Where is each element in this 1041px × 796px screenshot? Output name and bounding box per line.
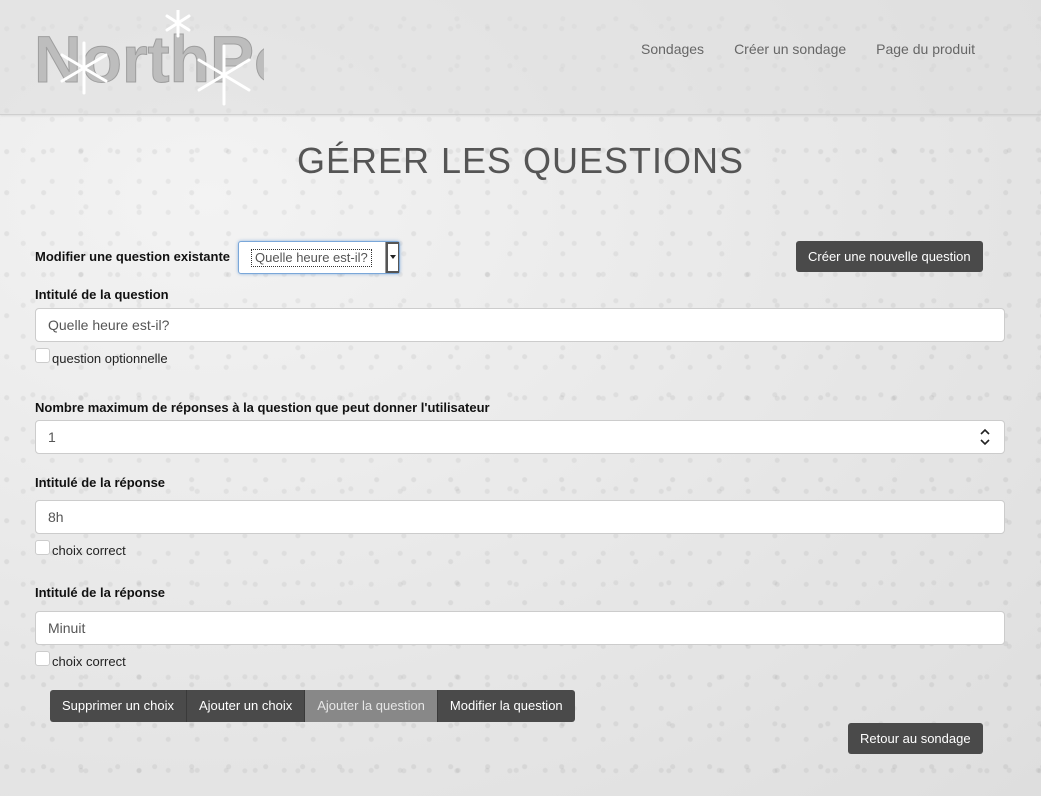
spinner-arrows-icon[interactable]: [980, 428, 990, 446]
answer-input-1[interactable]: [35, 500, 1005, 534]
optional-question-row: question optionnelle: [35, 348, 168, 366]
answer-correct-label-1: choix correct: [52, 543, 126, 558]
logo-graphic: NorthPoll: [34, 8, 331, 106]
answer-correct-row-2: choix correct: [35, 651, 126, 669]
add-choice-button[interactable]: Ajouter un choix: [187, 690, 306, 722]
answer-correct-checkbox-2[interactable]: [35, 651, 50, 666]
answer-correct-row-1: choix correct: [35, 540, 126, 558]
question-label: Intitulé de la question: [35, 287, 169, 302]
page-title: GÉRER LES QUESTIONS: [296, 140, 745, 181]
nav-link-sondages[interactable]: Sondages: [641, 41, 704, 57]
question-actions: Supprimer un choix Ajouter un choix Ajou…: [50, 690, 575, 722]
answer-label-2: Intitulé de la réponse: [35, 585, 166, 600]
nav-link-creer-sondage[interactable]: Créer un sondage: [734, 41, 846, 57]
max-answers-value: 1: [48, 429, 56, 445]
existing-question-select-value: Quelle heure est-il?: [251, 249, 372, 267]
main-nav: Sondages Créer un sondage Page du produi…: [641, 41, 975, 57]
optional-question-checkbox[interactable]: [35, 348, 50, 363]
existing-question-select[interactable]: Quelle heure est-il?: [238, 241, 400, 274]
max-answers-label: Nombre maximum de réponses à la question…: [35, 400, 490, 415]
nav-link-page-produit[interactable]: Page du produit: [876, 41, 975, 57]
edit-existing-label: Modifier une question existante: [35, 249, 231, 264]
edit-question-button[interactable]: Modifier la question: [437, 690, 575, 722]
answer-correct-label-2: choix correct: [52, 654, 126, 669]
optional-question-label: question optionnelle: [52, 351, 168, 366]
navbar: NorthPoll Sondages Créer un sondage Page…: [0, 0, 1041, 115]
remove-choice-button[interactable]: Supprimer un choix: [50, 690, 187, 722]
answer-label-1: Intitulé de la réponse: [35, 475, 166, 490]
answer-correct-checkbox-1[interactable]: [35, 540, 50, 555]
site-logo[interactable]: NorthPoll: [34, 8, 331, 113]
question-title-input[interactable]: [35, 308, 1005, 342]
add-question-button[interactable]: Ajouter la question: [305, 690, 438, 722]
max-answers-input[interactable]: 1: [35, 420, 1005, 454]
caret-down-icon: [385, 242, 399, 273]
back-to-poll-button[interactable]: Retour au sondage: [848, 723, 983, 754]
answer-input-2[interactable]: [35, 611, 1005, 645]
create-new-question-button[interactable]: Créer une nouvelle question: [796, 241, 983, 272]
